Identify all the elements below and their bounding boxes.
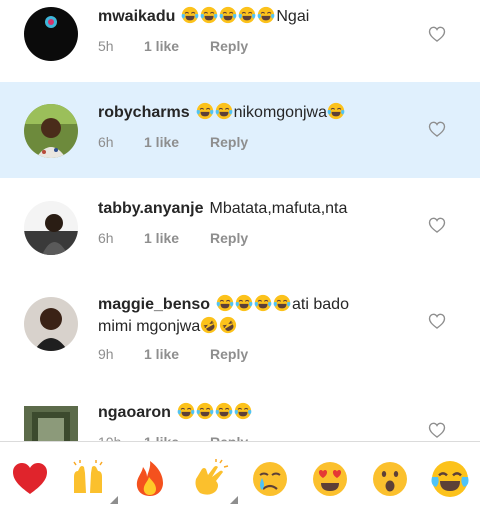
red-heart-icon[interactable]: [8, 457, 52, 501]
avatar[interactable]: [24, 406, 78, 441]
skin-tone-picker-indicator[interactable]: [230, 496, 238, 504]
comment-username[interactable]: mwaikadu: [98, 8, 175, 25]
comment-likes[interactable]: 1 like: [144, 229, 210, 247]
quick-reaction-bar: [0, 442, 480, 522]
comment-time: 10h: [98, 433, 144, 441]
comment-likes[interactable]: 1 like: [144, 133, 210, 151]
comment-likes[interactable]: 1 like: [144, 37, 210, 55]
face-with-tears-of-joy-icon: [273, 294, 291, 312]
comment-username[interactable]: tabby.anyanje: [98, 200, 204, 217]
comment-row: tabby.anyanje Mbatata,mafuta,nta 6h 1 like…: [0, 178, 480, 274]
comment-time: 9h: [98, 346, 114, 362]
face-with-tears-of-joy-icon: [257, 6, 275, 24]
face-with-tears-of-joy-icon: [196, 102, 214, 120]
avatar[interactable]: [24, 7, 78, 61]
comment-meta: 6h 1 like Reply: [98, 229, 248, 247]
like-heart-icon[interactable]: [427, 215, 447, 235]
face-with-tears-of-joy-icon: [254, 294, 272, 312]
comment-meta: 9h 1 like Reply: [98, 345, 248, 363]
face-with-tears-of-joy-icon: [177, 402, 195, 420]
comment-row: mwaikadu Ngai 5h 1 like Reply: [0, 0, 480, 82]
comment-time: 6h: [98, 134, 114, 150]
comment-text: tabby.anyanje Mbatata,mafuta,nta: [98, 198, 408, 220]
face-with-open-mouth-icon[interactable]: [368, 457, 412, 501]
comment-meta: 10h1 likeReply: [98, 433, 248, 441]
comment-username[interactable]: ngaoaron: [98, 404, 171, 421]
like-heart-icon[interactable]: [427, 311, 447, 331]
comment-username[interactable]: robycharms: [98, 104, 190, 121]
face-with-tears-of-joy-icon: [238, 6, 256, 24]
face-with-tears-of-joy-icon: [181, 6, 199, 24]
comment-meta: 5h 1 like Reply: [98, 37, 248, 55]
comment-body: Mbatata,mafuta,nta: [209, 200, 348, 217]
comment-body-line2: mimi mgonjwa: [98, 318, 201, 335]
reply-button[interactable]: Reply: [210, 229, 248, 247]
rolling-on-the-floor-laughing-icon: [200, 316, 218, 334]
face-with-tears-of-joy-icon: [219, 6, 237, 24]
avatar[interactable]: [24, 297, 78, 351]
comment-username[interactable]: maggie_benso: [98, 296, 210, 313]
face-with-tears-of-joy-icon[interactable]: [428, 457, 472, 501]
clapping-hands-icon[interactable]: [188, 457, 232, 501]
comment-body: Ngai: [276, 8, 310, 25]
comment-time: 6h: [98, 230, 114, 246]
reply-button[interactable]: Reply: [210, 37, 248, 55]
comment-text: robycharms nikomgonjwa: [98, 102, 408, 124]
skin-tone-picker-indicator[interactable]: [110, 496, 118, 504]
avatar[interactable]: [24, 201, 78, 255]
comment-body: nikomgonjwa: [233, 104, 327, 121]
comment-body-line1: ati bado: [292, 296, 349, 313]
avatar[interactable]: [24, 104, 78, 158]
like-heart-icon[interactable]: [427, 420, 447, 440]
comment-time: 5h: [98, 38, 114, 54]
comment-text: mwaikadu Ngai: [98, 6, 408, 28]
reply-button[interactable]: Reply: [210, 133, 248, 151]
face-with-tears-of-joy-icon: [234, 402, 252, 420]
rolling-on-the-floor-laughing-icon: [219, 316, 237, 334]
face-with-tears-of-joy-icon: [200, 6, 218, 24]
face-with-tears-of-joy-icon: [196, 402, 214, 420]
comment-row: ngaoaron 10h1 likeReply: [0, 384, 480, 441]
comment-text: maggie_benso ati bado mimi mgonjwa: [98, 294, 408, 338]
crying-face-icon[interactable]: [248, 457, 292, 501]
face-with-tears-of-joy-icon: [215, 102, 233, 120]
comment-meta: 6h 1 like Reply: [98, 133, 248, 151]
face-with-tears-of-joy-icon: [235, 294, 253, 312]
face-with-tears-of-joy-icon: [216, 294, 234, 312]
comments-list: mwaikadu Ngai 5h 1 like Reply robycharms nik…: [0, 0, 480, 441]
like-heart-icon[interactable]: [427, 24, 447, 44]
fire-icon[interactable]: [128, 457, 172, 501]
comment-likes[interactable]: 1 like: [144, 433, 210, 441]
comment-row: maggie_benso ati bado mimi mgonjwa 9h 1 lik…: [0, 274, 480, 384]
face-with-tears-of-joy-icon: [327, 102, 345, 120]
face-with-tears-of-joy-icon: [215, 402, 233, 420]
comment-text: ngaoaron: [98, 402, 408, 424]
comment-row-highlighted: robycharms nikomgonjwa 6h 1 like Reply: [0, 82, 480, 178]
like-heart-icon[interactable]: [427, 119, 447, 139]
reply-button[interactable]: Reply: [210, 433, 248, 441]
reply-button[interactable]: Reply: [210, 345, 248, 363]
smiling-face-with-heart-eyes-icon[interactable]: [308, 457, 352, 501]
raising-hands-icon[interactable]: [66, 457, 110, 501]
comment-likes[interactable]: 1 like: [144, 345, 210, 363]
